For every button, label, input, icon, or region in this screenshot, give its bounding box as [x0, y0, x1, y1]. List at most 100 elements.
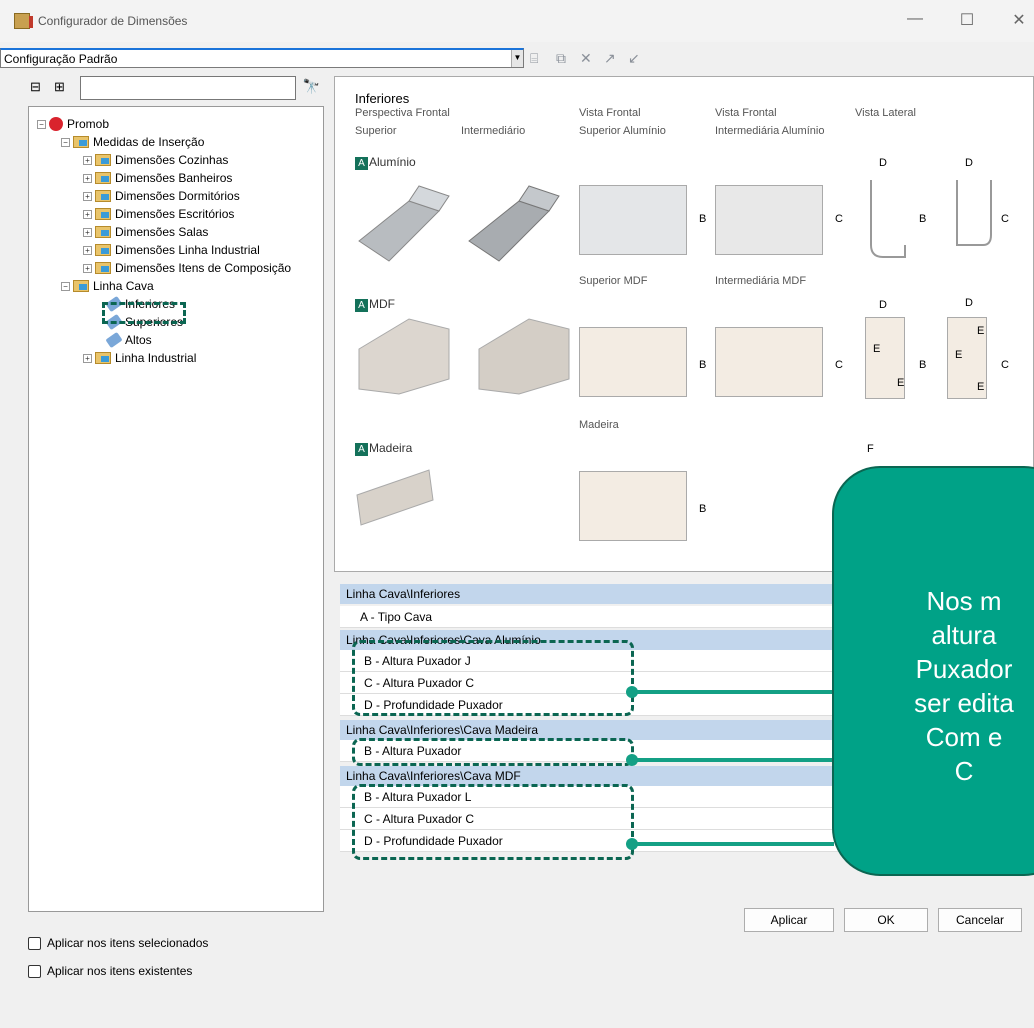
close-button[interactable]: ✕	[1004, 10, 1034, 30]
tree-node-itens-composicao[interactable]: + Dimensões Itens de Composição	[83, 259, 291, 277]
dim-d-label-mdf-2: D	[965, 297, 973, 309]
app-icon	[14, 13, 33, 29]
cancel-button[interactable]: Cancelar	[938, 908, 1022, 932]
superior-aluminio-image	[579, 185, 687, 255]
tree-node-label: Linha Cava	[93, 279, 154, 293]
intermediaria-aluminio-image	[715, 185, 823, 255]
rename-icon[interactable]: ⌸	[530, 50, 538, 67]
tree-node-salas[interactable]: + Dimensões Salas	[83, 223, 208, 241]
callout-text: Nos m altura Puxador ser edita Com e C	[914, 586, 1014, 786]
dim-e-label-3: E	[977, 325, 985, 337]
copy-config-icon[interactable]: ⧉	[556, 50, 566, 67]
connector-line	[636, 690, 834, 694]
folder-icon	[95, 208, 111, 220]
folder-icon	[95, 262, 111, 274]
connector-line	[636, 842, 834, 846]
tree-search-input[interactable]	[80, 76, 296, 100]
config-select[interactable]: Configuração Padrão ▼	[0, 48, 524, 68]
promob-icon	[49, 117, 63, 131]
apply-selected-checkbox[interactable]	[28, 936, 41, 950]
dim-d-label-2: D	[965, 157, 973, 169]
expand-icon[interactable]: +	[83, 173, 92, 183]
vista-lateral-label: Vista Lateral	[855, 107, 916, 119]
aluminio-label: A Alumínio	[355, 155, 416, 170]
dim-e-label-5: E	[977, 381, 985, 393]
tree-node-label: Dimensões Itens de Composição	[115, 261, 292, 275]
config-toolbar: Configuração Padrão ▼	[0, 44, 1034, 70]
apply-existing-option[interactable]: Aplicar nos itens existentes	[28, 964, 192, 978]
window-title: Configurador de Dimensões	[38, 14, 188, 28]
minimize-button[interactable]: —	[900, 10, 930, 28]
intermediario-label: Intermediário	[461, 125, 526, 137]
dim-b-label: B	[699, 213, 707, 225]
tree-node-medidas[interactable]: − Medidas de Inserção	[61, 133, 204, 151]
perspectiva-label: Perspectiva Frontal	[355, 107, 450, 119]
highlight-madeira-rows	[352, 738, 634, 766]
intermediaria-mdf-label: Intermediária MDF	[715, 275, 807, 287]
superior-mdf-image	[579, 327, 687, 397]
collapse-all-icon[interactable]: ⊟	[30, 79, 41, 95]
tree-node-altos[interactable]: Altos	[105, 331, 152, 349]
apply-button[interactable]: Aplicar	[744, 908, 834, 932]
tree-node-label: Altos	[125, 333, 152, 347]
collapse-icon[interactable]: −	[61, 137, 70, 147]
madeira-head-label: Madeira	[579, 419, 619, 431]
folder-icon	[95, 244, 111, 256]
superior-aluminio-label: Superior Alumínio	[579, 125, 666, 137]
expand-icon[interactable]: +	[83, 245, 92, 255]
apply-existing-checkbox[interactable]	[28, 964, 41, 978]
badge-a: A	[355, 157, 368, 170]
mdf-perspective-images	[358, 318, 570, 395]
expand-icon[interactable]: +	[83, 353, 92, 363]
aluminio-perspective-images	[358, 185, 560, 262]
import-icon[interactable]: ↙	[628, 50, 640, 67]
delete-icon[interactable]: ✕	[580, 50, 592, 67]
tree-node-cozinhas[interactable]: + Dimensões Cozinhas	[83, 151, 228, 169]
tree-node-banheiros[interactable]: + Dimensões Banheiros	[83, 169, 232, 187]
tree-node-label: Dimensões Cozinhas	[115, 153, 229, 167]
maximize-button[interactable]: ☐	[952, 10, 982, 30]
tree-panel: ⊟ ⊞ 🔭 − Promob − Medidas de Inserção + D…	[28, 76, 324, 912]
ok-button[interactable]: OK	[844, 908, 928, 932]
tree-node-label: Dimensões Linha Industrial	[115, 243, 260, 257]
folder-icon	[95, 154, 111, 166]
dim-e-label-2: E	[897, 377, 905, 389]
expand-icon[interactable]: +	[83, 191, 92, 201]
collapse-icon[interactable]: −	[61, 281, 70, 291]
madeira-perspective-image	[356, 469, 434, 526]
tree-node-linha-cava[interactable]: − Linha Cava	[61, 277, 154, 295]
binoculars-icon[interactable]: 🔭	[303, 78, 320, 95]
export-icon[interactable]: ↗	[604, 50, 616, 67]
folder-icon	[95, 226, 111, 238]
dim-c-label-mdf-lateral: C	[1001, 359, 1009, 371]
dim-d-label: D	[879, 157, 887, 169]
intermediaria-mdf-image	[715, 327, 823, 397]
apply-selected-option[interactable]: Aplicar nos itens selecionados	[28, 936, 208, 950]
connector-line	[636, 758, 834, 762]
tree-node-linha-industrial[interactable]: + Linha Industrial	[83, 349, 196, 367]
tag-icon	[105, 331, 123, 349]
superior-mdf-label: Superior MDF	[579, 275, 648, 287]
aluminio-lateral-profiles	[870, 180, 992, 258]
tree-node-dormitorios[interactable]: + Dimensões Dormitórios	[83, 187, 240, 205]
tree-node-promob[interactable]: − Promob	[37, 115, 109, 133]
selection-highlight	[102, 302, 186, 324]
expand-icon[interactable]: +	[83, 263, 92, 273]
superior-label: Superior	[355, 125, 397, 137]
expand-all-icon[interactable]: ⊞	[54, 79, 65, 95]
madeira-frontal-image	[579, 471, 687, 541]
expand-icon[interactable]: +	[83, 227, 92, 237]
folder-icon	[73, 280, 89, 292]
tree-node-label: Dimensões Dormitórios	[115, 189, 240, 203]
tree-view[interactable]: − Promob − Medidas de Inserção + Dimensõ…	[28, 106, 324, 912]
tree-node-linha-industrial-dim[interactable]: + Dimensões Linha Industrial	[83, 241, 260, 259]
highlight-mdf-rows	[352, 784, 634, 860]
intermediaria-aluminio-label: Intermediária Alumínio	[715, 125, 825, 137]
tree-node-escritorios[interactable]: + Dimensões Escritórios	[83, 205, 234, 223]
dim-c-label: C	[835, 213, 843, 225]
collapse-icon[interactable]: −	[37, 119, 46, 129]
tree-node-label: Promob	[67, 117, 110, 131]
chevron-down-icon[interactable]: ▼	[511, 50, 523, 67]
expand-icon[interactable]: +	[83, 209, 92, 219]
expand-icon[interactable]: +	[83, 155, 92, 165]
